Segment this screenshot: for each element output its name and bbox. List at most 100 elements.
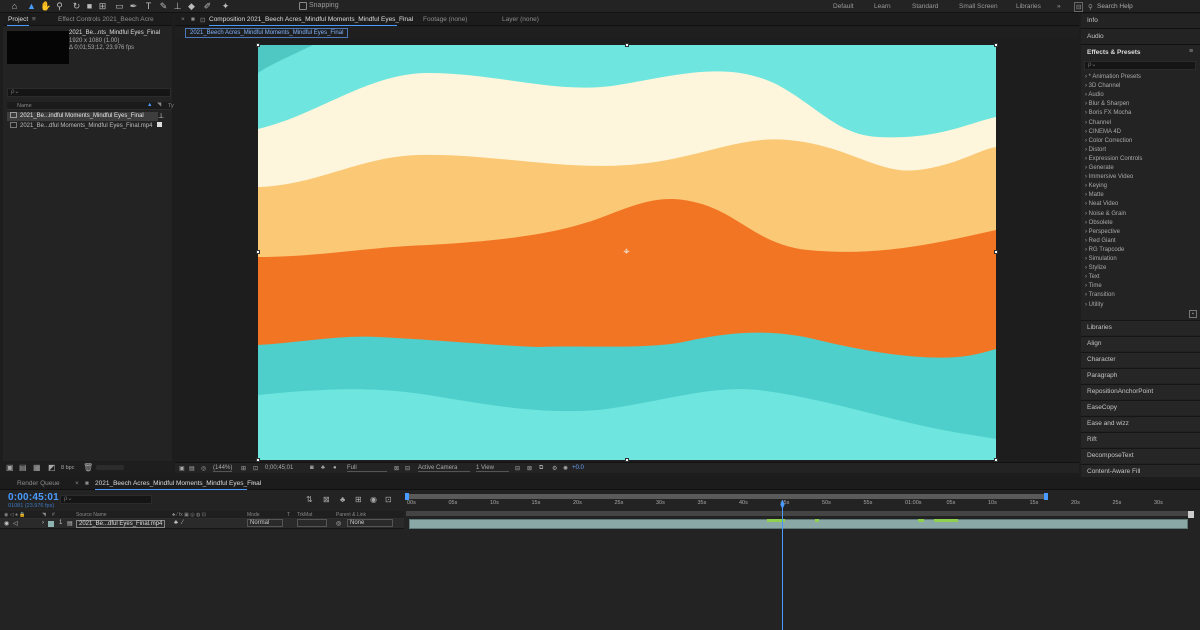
effects-category-item[interactable]: › Noise & Grain (1085, 211, 1126, 217)
effects-category-item[interactable]: › Channel (1085, 120, 1111, 126)
comp-timecode[interactable]: 0;00;45;01 (265, 465, 293, 471)
graph-editor-icon[interactable]: ⊡ (385, 495, 392, 504)
expand-arrow-icon[interactable]: › (42, 520, 44, 526)
interpret-footage-icon[interactable]: ▣ (6, 463, 14, 472)
effects-category-item[interactable]: › Red Giant (1085, 238, 1116, 244)
tab-footage[interactable]: Footage (none) (423, 16, 467, 23)
effects-category-item[interactable]: › * Animation Presets (1085, 74, 1141, 80)
pickwhip-icon[interactable]: ◎ (336, 520, 341, 527)
roto-brush-tool-icon[interactable]: ✐ (202, 1, 213, 12)
channel-icon[interactable]: ● (333, 465, 337, 471)
rotate-tool-icon[interactable]: ↻ (71, 1, 82, 12)
tab-render-queue[interactable]: Render Queue (17, 480, 60, 487)
composition-mini-flowchart-icon[interactable]: ⇅ (306, 495, 313, 504)
tab-project[interactable]: Project (8, 16, 28, 23)
view-layout-dropdown[interactable]: 1 View (476, 465, 509, 472)
workspace-default[interactable]: Default (833, 3, 854, 10)
display-icon[interactable]: ⊟ (1074, 2, 1084, 12)
effects-category-item[interactable]: › Generate (1085, 165, 1114, 171)
timeline-timecode[interactable]: 0:00:45:01 (8, 492, 59, 503)
project-item-comp[interactable]: 2021_Be...indful Moments_Mindful Eyes_Fi… (7, 112, 158, 121)
panel-menu-icon[interactable]: ≡ (32, 16, 36, 23)
resolution-dropdown[interactable]: Full (347, 465, 387, 472)
region-of-interest-icon[interactable]: ▤ (189, 465, 195, 472)
layer-row[interactable]: ◉ ◁ › 1 ▤ ♣ ⁄ Normal ◎ None (0, 519, 404, 529)
work-area-bar[interactable] (406, 511, 1192, 516)
layer-duration-bar[interactable] (409, 519, 1188, 529)
panel-decomposetext[interactable]: DecomposeText (1081, 448, 1200, 463)
effects-category-item[interactable]: › Blur & Sharpen (1085, 101, 1129, 107)
flowchart-icon[interactable]: ⊥ (158, 112, 164, 120)
workspace-libraries[interactable]: Libraries (1016, 3, 1041, 10)
safe-zones-icon[interactable]: ⊡ (253, 465, 258, 472)
tab-timeline-comp[interactable]: 2021_Beech Acres_Mindful Moments_Mindful… (95, 480, 261, 487)
effects-category-item[interactable]: › RG Trapcode (1085, 247, 1124, 253)
exposure-value[interactable]: +0.0 (572, 465, 584, 471)
workspace-small-screen[interactable]: Small Screen (959, 3, 998, 10)
workspace-overflow-icon[interactable]: » (1057, 3, 1061, 10)
snapshot-icon[interactable]: ◙ (310, 465, 314, 471)
effects-category-item[interactable]: › CINEMA 4D (1085, 129, 1121, 135)
effects-category-item[interactable]: › Time (1085, 283, 1102, 289)
column-trkmat[interactable]: TrkMat (297, 512, 312, 518)
new-preset-icon[interactable]: ▪ (1189, 310, 1197, 318)
mask-visibility-icon[interactable]: ◎ (201, 465, 206, 472)
effects-category-item[interactable]: › Transition (1085, 292, 1115, 298)
timeline-search-input[interactable]: ρ⌄ (60, 495, 152, 504)
effects-presets-header[interactable]: Effects & Presets (1087, 49, 1140, 56)
panel-align[interactable]: Align (1081, 336, 1200, 351)
motion-blur-icon[interactable]: ⊠ (527, 465, 532, 472)
tab-effect-controls[interactable]: Effect Controls 2021_Beech Acre (58, 16, 154, 23)
bit-depth-label[interactable]: 8 bpc (61, 465, 74, 471)
project-item-footage[interactable]: 2021_Be...dful Moments_Mindful Eyes_Fina… (7, 122, 167, 131)
track-matte-dropdown[interactable] (297, 519, 327, 527)
audio-icon[interactable]: ◁ (13, 520, 18, 527)
comp-breadcrumb[interactable]: 2021_Beech Acres_Mindful Moments_Mindful… (185, 28, 349, 38)
column-name[interactable]: Name (17, 103, 32, 109)
panel-easecopy[interactable]: EaseCopy (1081, 400, 1200, 415)
effects-category-item[interactable]: › Immersive Video (1085, 174, 1133, 180)
workspace-learn[interactable]: Learn (874, 3, 891, 10)
effects-category-item[interactable]: › 3D Channel (1085, 83, 1120, 89)
effects-category-item[interactable]: › Boris FX Mocha (1085, 110, 1131, 116)
collapse-switch-icon[interactable]: ⁄ (182, 520, 183, 526)
camera-dropdown[interactable]: Active Camera (418, 465, 470, 472)
eraser-tool-icon[interactable]: ◆ (186, 1, 197, 12)
grid-icon[interactable]: ⊞ (241, 465, 246, 472)
panel-menu-icon[interactable]: ≡ (252, 480, 256, 487)
transform-handle[interactable] (994, 250, 998, 254)
effects-category-item[interactable]: › Matte (1085, 192, 1104, 198)
panel-rift[interactable]: Rift (1081, 432, 1200, 447)
pan-behind-tool-icon[interactable]: ⊞ (97, 1, 108, 12)
new-folder-icon[interactable]: ▤ (19, 463, 27, 472)
effects-category-item[interactable]: › Obsolete (1085, 220, 1113, 226)
workspace-standard[interactable]: Standard (912, 3, 938, 10)
pin-icon[interactable]: ■ (191, 16, 195, 23)
effects-category-item[interactable]: › Utility (1085, 302, 1103, 308)
selection-tool-icon[interactable]: ▲ (26, 1, 37, 12)
close-icon[interactable]: × (181, 16, 185, 23)
current-time-indicator[interactable]: ⧫ (778, 500, 787, 509)
audio-panel-header[interactable]: Audio (1087, 33, 1104, 40)
clone-stamp-tool-icon[interactable]: ⊥ (172, 1, 183, 12)
transform-handle[interactable] (256, 250, 260, 254)
snapping-checkbox[interactable] (299, 2, 307, 10)
effects-category-item[interactable]: › Distort (1085, 147, 1106, 153)
column-type[interactable]: Ty (168, 103, 174, 109)
navigator-start-handle[interactable] (405, 493, 409, 500)
project-search-input[interactable]: ρ⌄ (7, 88, 171, 97)
reset-exposure-icon[interactable]: ✺ (563, 465, 568, 472)
navigator-end-handle[interactable] (1044, 493, 1048, 500)
effects-category-item[interactable]: › Stylize (1085, 265, 1106, 271)
home-icon[interactable]: ⌂ (9, 1, 20, 12)
work-area-end-handle[interactable] (1188, 511, 1194, 518)
new-comp-icon[interactable]: ▦ (33, 463, 41, 472)
effects-category-item[interactable]: › Perspective (1085, 229, 1120, 235)
column-source-name[interactable]: Source Name (76, 512, 107, 518)
zoom-tool-icon[interactable]: ⚲ (54, 1, 65, 12)
camera-tool-icon[interactable]: ■ (84, 1, 95, 12)
tab-composition[interactable]: Composition 2021_Beech Acres_Mindful Mom… (209, 16, 413, 23)
parent-dropdown[interactable]: None (347, 519, 393, 527)
layer-source-name[interactable]: 2021_Be...dful Eyes_Final.mp4 (76, 520, 166, 528)
effects-category-item[interactable]: › Neat Video (1085, 201, 1118, 207)
